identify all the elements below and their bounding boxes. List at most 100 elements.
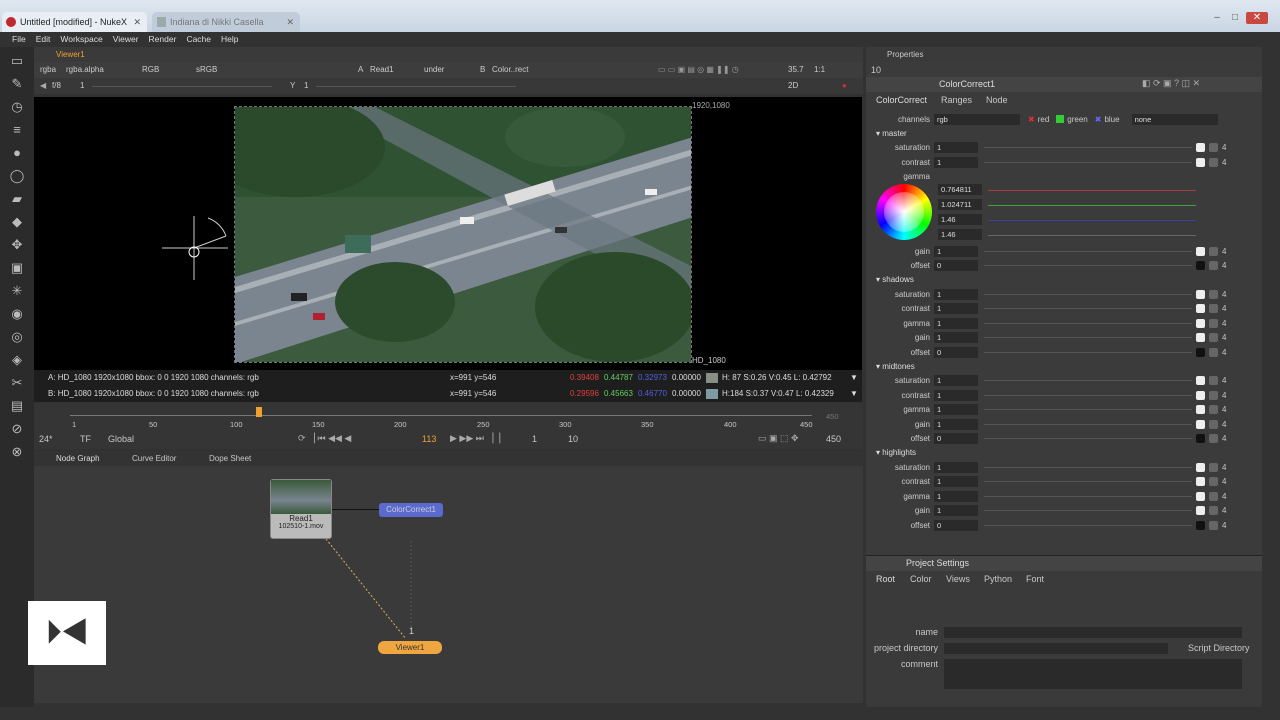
gamma-field[interactable]: 1: [304, 78, 308, 94]
param-field[interactable]: 1: [934, 505, 978, 517]
param-slider[interactable]: [984, 250, 1192, 252]
highlights-section[interactable]: ▾ highlights: [866, 446, 1262, 460]
tab-properties[interactable]: Properties: [887, 47, 923, 62]
info-dropdown-icon[interactable]: ▼: [850, 386, 858, 402]
3d-tool-icon[interactable]: ▣: [8, 260, 26, 276]
color-wheel-icon[interactable]: [1209, 520, 1218, 530]
node-graph-panel[interactable]: Node Graph Curve Editor Dope Sheet Read1…: [28, 451, 863, 703]
param-field[interactable]: 1: [934, 245, 978, 257]
gamma-r-slider[interactable]: [988, 190, 1196, 191]
color-wheel-icon[interactable]: [1209, 143, 1218, 153]
color-wheel-icon[interactable]: [1209, 157, 1218, 167]
param-slider[interactable]: [984, 524, 1192, 526]
increment-field[interactable]: 10: [568, 434, 578, 444]
swatch[interactable]: [1196, 477, 1205, 487]
swatch[interactable]: [1196, 246, 1205, 256]
zoom-dropdown[interactable]: 35.7: [788, 62, 804, 78]
color-wheel-icon[interactable]: [1209, 506, 1218, 516]
swatch[interactable]: [1196, 462, 1205, 472]
channel-count[interactable]: 4: [1222, 319, 1226, 328]
color-wheel-icon[interactable]: [1209, 434, 1218, 444]
blue-checkbox[interactable]: ✖: [1095, 115, 1102, 124]
timeline-end-field[interactable]: 450: [826, 412, 839, 421]
merge-tool-icon[interactable]: ◆: [8, 214, 26, 230]
exposure-icon[interactable]: ◀: [40, 78, 46, 94]
shadows-section[interactable]: ▾ shadows: [866, 273, 1262, 287]
channel-count[interactable]: 4: [1222, 333, 1226, 342]
swatch[interactable]: [1196, 289, 1205, 299]
plugin-tool-icon[interactable]: ⊗: [8, 444, 26, 460]
tab-node[interactable]: Node: [986, 95, 1008, 105]
tab-node-graph[interactable]: Node Graph: [56, 451, 100, 466]
channel-count[interactable]: 4: [1222, 290, 1226, 299]
time-tool-icon[interactable]: ◷: [8, 99, 26, 115]
tab-views[interactable]: Views: [946, 574, 970, 584]
param-slider[interactable]: [984, 438, 1192, 440]
gamma-b-field[interactable]: 1.46: [938, 214, 982, 225]
swatch[interactable]: [1196, 405, 1205, 415]
param-field[interactable]: 1: [934, 303, 978, 315]
tf-dropdown[interactable]: TF: [80, 434, 91, 444]
minimize-button[interactable]: –: [1210, 12, 1224, 24]
read-node[interactable]: Read1 102510-1.mov: [270, 479, 332, 539]
swatch[interactable]: [1196, 506, 1205, 516]
channel-count[interactable]: 4: [1222, 376, 1226, 385]
param-field[interactable]: 1: [934, 317, 978, 329]
script-directory-button[interactable]: Script Directory: [1188, 643, 1250, 653]
menu-file[interactable]: File: [12, 32, 26, 47]
channel-count[interactable]: 4: [1222, 463, 1226, 472]
param-slider[interactable]: [984, 351, 1192, 353]
gamma-g-field[interactable]: 1.024711: [938, 199, 982, 210]
view-mode-dropdown[interactable]: 2D: [788, 78, 798, 94]
menu-viewer[interactable]: Viewer: [113, 32, 139, 47]
menu-cache[interactable]: Cache: [186, 32, 211, 47]
timeline-ruler[interactable]: [70, 415, 812, 416]
colorspace-dropdown[interactable]: RGB: [142, 62, 159, 78]
other-tool-icon[interactable]: ▤: [8, 398, 26, 414]
swatch[interactable]: [1196, 520, 1205, 530]
param-slider[interactable]: [984, 308, 1192, 310]
param-field[interactable]: 1: [934, 288, 978, 300]
channels-dropdown[interactable]: rgb: [934, 113, 1020, 125]
end-frame-field[interactable]: 450: [826, 434, 841, 444]
param-slider[interactable]: [984, 265, 1192, 267]
channels-dropdown[interactable]: rgba: [40, 62, 56, 78]
param-slider[interactable]: [984, 481, 1192, 483]
channel-count[interactable]: 4: [1222, 261, 1226, 270]
swatch[interactable]: [1196, 390, 1205, 400]
directory-field[interactable]: [944, 643, 1168, 654]
color-wheel-icon[interactable]: [1209, 246, 1218, 256]
color-wheel-icon[interactable]: [1209, 419, 1218, 429]
channel-count[interactable]: 4: [1222, 247, 1226, 256]
window-tab-second[interactable]: Indiana di Nikki Casella ✕: [152, 12, 300, 32]
param-field[interactable]: 1: [934, 375, 978, 387]
color-wheel-icon[interactable]: [1209, 405, 1218, 415]
menu-edit[interactable]: Edit: [36, 32, 51, 47]
deep-tool-icon[interactable]: ◉: [8, 306, 26, 322]
toolsets-tool-icon[interactable]: ✂: [8, 375, 26, 391]
gain-slider[interactable]: [92, 86, 272, 87]
menu-help[interactable]: Help: [221, 32, 238, 47]
comment-field[interactable]: [944, 659, 1242, 689]
alpha-dropdown[interactable]: rgba.alpha: [66, 62, 104, 78]
tab-dope-sheet[interactable]: Dope Sheet: [209, 451, 251, 466]
param-field[interactable]: 1: [934, 389, 978, 401]
color-wheel-icon[interactable]: [1209, 289, 1218, 299]
channel-count[interactable]: 4: [1222, 420, 1226, 429]
gamma-slider[interactable]: [316, 86, 516, 87]
current-frame-field[interactable]: 113: [422, 434, 436, 444]
fstop-field[interactable]: f/8: [52, 78, 61, 94]
channel-count[interactable]: 4: [1222, 405, 1226, 414]
tab-curve-editor[interactable]: Curve Editor: [132, 451, 176, 466]
swatch[interactable]: [1196, 318, 1205, 328]
param-slider[interactable]: [984, 293, 1192, 295]
color-tool-icon[interactable]: ●: [8, 145, 26, 161]
views-tool-icon[interactable]: ◎: [8, 329, 26, 345]
green-checkbox[interactable]: [1056, 115, 1065, 124]
gamma-g-slider[interactable]: [988, 205, 1196, 206]
color-wheel-icon[interactable]: [1209, 304, 1218, 314]
metadata-tool-icon[interactable]: ◈: [8, 352, 26, 368]
viewer-tool-icons[interactable]: ▭ ▭ ▣ ▤ ◎ ▦ ❚❚ ◷: [658, 62, 739, 78]
swatch[interactable]: [1196, 333, 1205, 343]
master-section[interactable]: ▾ master: [866, 127, 1262, 141]
